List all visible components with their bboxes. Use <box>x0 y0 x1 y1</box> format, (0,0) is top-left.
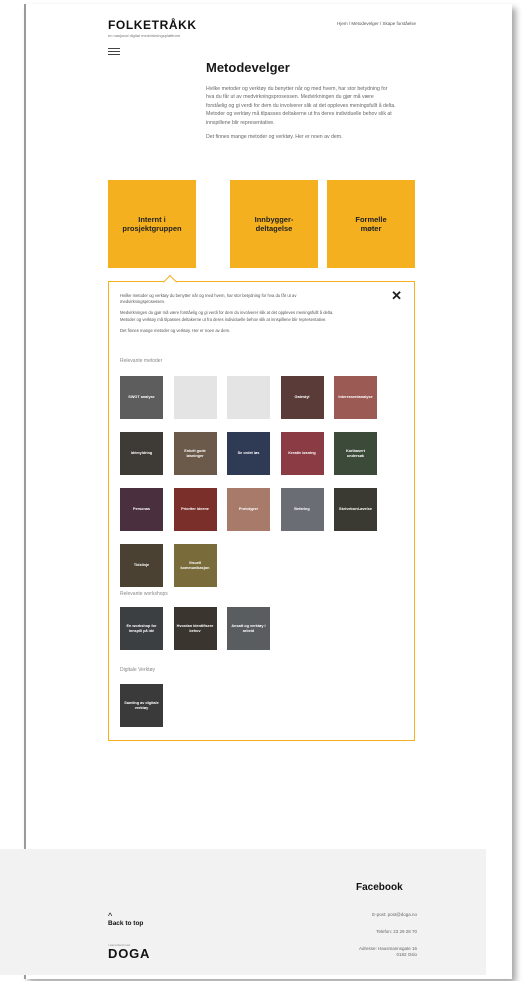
breadcrumb: Hjem / Metodevelger / Skape forståelse <box>306 21 416 26</box>
method-tile[interactable]: Enkelt gode løsninger <box>173 432 217 475</box>
tile-label: Se ordet løs <box>237 451 260 455</box>
page-title: Metodevelger <box>206 60 290 75</box>
back-to-top-label: Back to top <box>108 920 144 927</box>
intro-paragraph: Det finnes mange metoder og verktøy. Her… <box>206 134 343 141</box>
card-label: Internt i prosjektgruppen <box>122 215 182 233</box>
intro-paragraph: Hvilke metoder og verktøy du benytter nå… <box>206 86 396 126</box>
tile-label: Visuell kommunikasjon <box>180 560 210 570</box>
card-internt[interactable]: Internt i prosjektgruppen <box>108 180 196 268</box>
method-tile[interactable]: Prototyper <box>227 488 270 531</box>
method-tile[interactable]: Kreativ løsning <box>280 432 324 475</box>
method-tile[interactable]: Interessentanalyse <box>334 376 377 419</box>
contact-phone: Telefon: 23 29 28 70 <box>376 929 417 934</box>
tile-label: SWOT analyse <box>128 395 155 399</box>
logo-wordmark: FOLKETRÅKK <box>108 18 197 32</box>
tile-label: Interessentanalyse <box>338 395 373 399</box>
breadcrumb-current: Skape forståelse <box>382 21 416 26</box>
tile-label: Samling av digitale verktøy <box>124 700 159 710</box>
close-icon[interactable]: ✕ <box>391 288 402 304</box>
panel-paragraph: Medvirkningen du gjør må være forståelig… <box>120 310 334 322</box>
method-tile[interactable] <box>173 376 217 419</box>
tile-label: Ansatt og verktøy i arbeid <box>231 623 266 633</box>
breadcrumb-metodevelger[interactable]: Metodevelger <box>351 21 378 26</box>
method-tile[interactable]: SWOT analyse <box>120 376 163 419</box>
card-label: Innbygger- deltagelse <box>254 215 294 233</box>
workshop-tile[interactable]: Ansatt og verktøy i arbeid <box>227 607 270 650</box>
tile-label: Idémyldring <box>130 451 153 455</box>
panel-paragraph: Hvilke metoder og verktøy du benytter nå… <box>120 293 297 305</box>
method-tile[interactable]: Befaring <box>280 488 324 531</box>
tile-label: Prioriter ideene <box>181 507 209 511</box>
contact-email[interactable]: E-post: post@doga.no <box>310 912 417 918</box>
method-tile[interactable]: Skrivebord-øvelse <box>334 488 377 531</box>
arrow-up-icon: ^ <box>108 911 113 921</box>
workshop-tile[interactable]: En workshop for innspill på idé <box>120 607 163 650</box>
method-tile[interactable]: Gatestyl <box>280 376 324 419</box>
menu-icon[interactable] <box>108 48 120 55</box>
tile-label: Kreativ løsning <box>288 451 316 455</box>
tile-label: Enkelt gode løsninger <box>184 448 206 458</box>
workshops-heading: Relevante workshops <box>120 591 168 597</box>
method-panel: ✕ Hvilke metoder og verktøy du benytter … <box>108 281 415 741</box>
logo-tagline: en nasjonal digital medvirkningsplattfor… <box>108 33 181 38</box>
intro-text: Hvilke metoder og verktøy du benytter nå… <box>206 85 396 141</box>
doga-logo[interactable]: DOGA <box>108 946 150 961</box>
tile-label: Prototyper <box>238 507 259 511</box>
contact-postcode: 0182 Oslo <box>396 952 417 957</box>
tile-label: Befaring <box>294 507 310 511</box>
card-innbyggerdeltagelse[interactable]: Innbygger- deltagelse <box>230 180 318 268</box>
breadcrumb-home[interactable]: Hjem <box>337 21 348 26</box>
facebook-link[interactable]: Facebook <box>356 882 403 893</box>
method-tile[interactable] <box>227 376 270 419</box>
workshop-tile[interactable]: Hvordan identifisere behov <box>173 607 217 650</box>
tile-label: Gatestyl <box>294 395 310 399</box>
method-tile[interactable]: Personas <box>120 488 163 531</box>
method-tile[interactable]: Visuell kommunikasjon <box>173 544 217 587</box>
site-logo[interactable]: FOLKETRÅKK en nasjonal digital medvirkni… <box>108 18 197 38</box>
panel-paragraph: Det finnes mange metoder og verktøy. Her… <box>120 327 231 333</box>
tools-heading: Digitale Verktøy <box>120 667 156 673</box>
tile-label: Skrivebord-øvelse <box>339 507 372 511</box>
tool-tile[interactable]: Samling av digitale verktøy <box>120 684 163 727</box>
method-tile[interactable]: Tidslinje <box>120 544 163 587</box>
methods-heading: Relevante metoder <box>120 358 163 364</box>
method-tile[interactable]: Se ordet løs <box>227 432 270 475</box>
tile-label: En workshop for innspill på idé <box>126 623 157 633</box>
tile-label: Tidslinje <box>133 563 150 567</box>
method-tile[interactable]: Prioriter ideene <box>173 488 217 531</box>
panel-text: Hvilke metoder og verktøy du benytter nå… <box>120 293 340 334</box>
card-formelle-moter[interactable]: Formelle møter <box>327 180 415 268</box>
back-to-top-button[interactable]: ^ Back to top <box>108 911 144 928</box>
method-tile[interactable]: Idémyldring <box>120 432 163 475</box>
method-tile[interactable]: Kartbasert undersøk <box>334 432 377 475</box>
tile-label: Hvordan identifisere behov <box>176 623 214 633</box>
card-label: Formelle møter <box>355 215 387 233</box>
tile-label: Personas <box>132 507 151 511</box>
tile-label: Kartbasert undersøk <box>346 448 365 458</box>
